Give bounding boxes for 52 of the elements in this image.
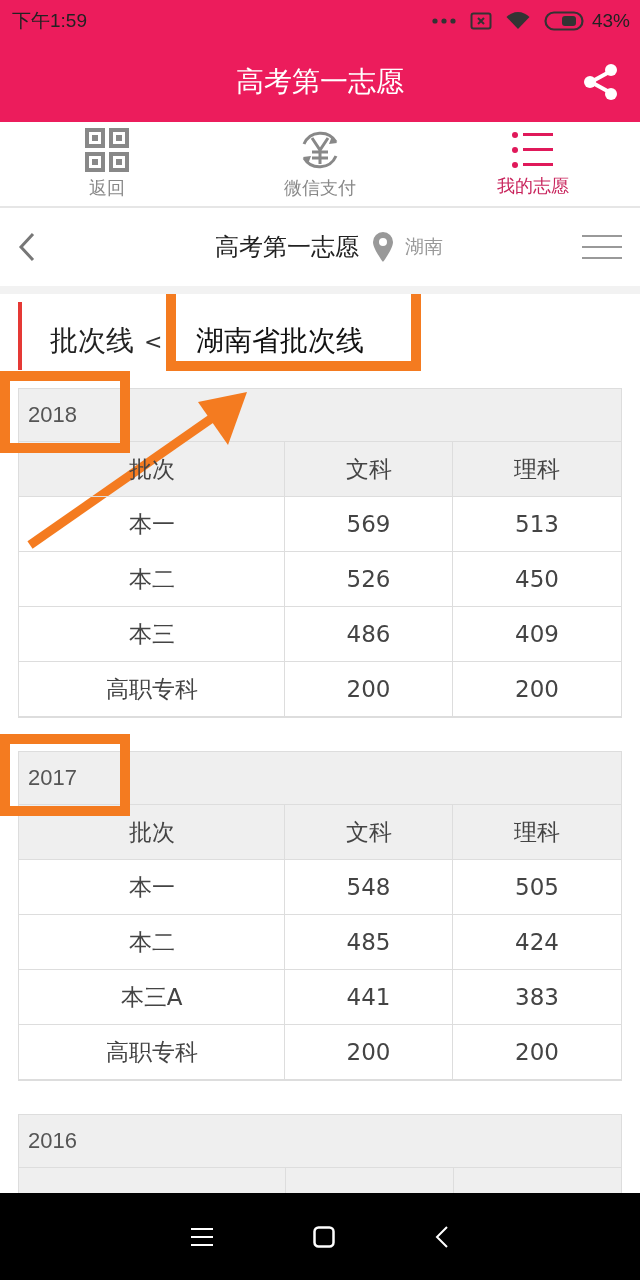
- column-header: 文科: [285, 805, 453, 860]
- table-cell: 本三: [19, 607, 285, 662]
- wifi-icon: [505, 12, 530, 30]
- table-cell: 441: [285, 970, 453, 1025]
- table-cell: 424: [453, 915, 621, 970]
- more-dots-icon: [431, 18, 456, 24]
- breadcrumb-link[interactable]: 批次线: [50, 322, 134, 360]
- grid-icon: [84, 128, 129, 172]
- column-header: 理科: [453, 442, 621, 497]
- table-cell: 200: [453, 1025, 621, 1080]
- table-cell: 548: [285, 860, 453, 915]
- table-cell: 本三A: [19, 970, 285, 1025]
- table-cell: 200: [285, 662, 453, 717]
- location-label[interactable]: 湖南: [405, 234, 443, 260]
- year-label: 2016: [28, 1128, 77, 1154]
- tab[interactable]: 我的志愿: [426, 122, 640, 206]
- table-cell: 505: [453, 860, 621, 915]
- home-icon[interactable]: [313, 1225, 335, 1248]
- tab[interactable]: 返回: [0, 122, 214, 206]
- table-cell: 本一: [19, 497, 285, 552]
- column-header: 文科: [285, 442, 453, 497]
- column-header: 批次: [19, 805, 285, 860]
- app-title: 高考第一志愿: [236, 64, 404, 100]
- breadcrumb-separator: <: [144, 328, 163, 354]
- table-cell: 本二: [19, 552, 285, 607]
- table-cell: 高职专科: [19, 662, 285, 717]
- table-cell: 本一: [19, 860, 285, 915]
- tab[interactable]: 微信支付: [213, 122, 427, 206]
- table-cell: 383: [453, 970, 621, 1025]
- location-pin-icon[interactable]: [373, 232, 393, 262]
- table-cell: 200: [285, 1025, 453, 1080]
- table-cell: 485: [285, 915, 453, 970]
- sim-card-icon: [469, 12, 492, 30]
- status-time: 下午1:59: [12, 9, 87, 33]
- breadcrumb-current: 湖南省批次线: [196, 324, 365, 357]
- battery-percent: 43%: [591, 10, 630, 32]
- table-cell: 200: [453, 662, 621, 717]
- share-icon[interactable]: [582, 63, 620, 101]
- table-cell: 569: [285, 497, 453, 552]
- table-cell: 526: [285, 552, 453, 607]
- table-cell: 409: [453, 607, 621, 662]
- table-cell: 486: [285, 607, 453, 662]
- year-label: 2018: [28, 402, 77, 428]
- table-cell: 高职专科: [19, 1025, 285, 1080]
- page-title: 高考第一志愿: [215, 232, 359, 263]
- year-label: 2017: [28, 765, 77, 791]
- table-cell: 450: [453, 552, 621, 607]
- list-icon: [511, 130, 556, 170]
- battery-icon: [543, 11, 584, 31]
- table-cell: 513: [453, 497, 621, 552]
- table-cell: 本二: [19, 915, 285, 970]
- column-header: 理科: [453, 805, 621, 860]
